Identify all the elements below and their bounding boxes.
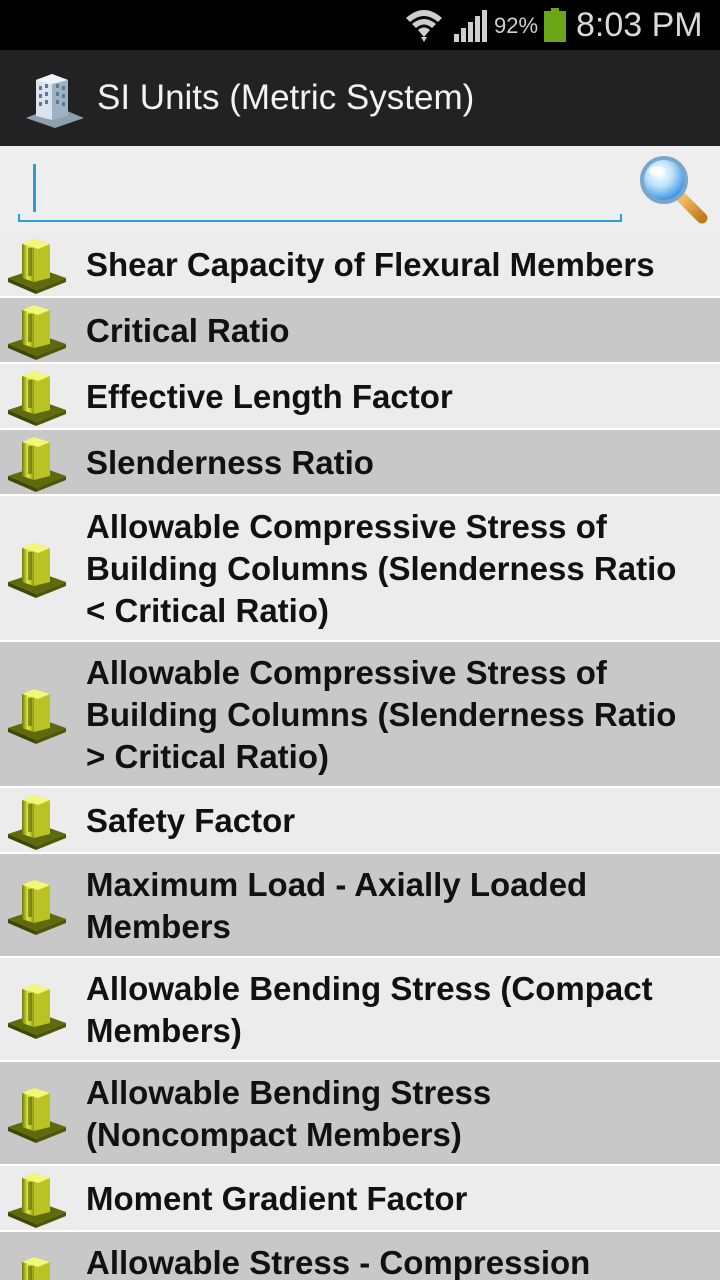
steel-column-icon (8, 1257, 66, 1280)
signal-icon (454, 10, 487, 42)
steel-column-icon (8, 437, 66, 492)
list-item-label: Maximum Load - Axially Loaded Members (86, 866, 588, 945)
list-item[interactable]: Slenderness Ratio (0, 430, 720, 496)
list-item[interactable]: Safety Factor (0, 788, 720, 854)
list-item-label: Safety Factor (86, 802, 296, 839)
clock: 8:03 PM (576, 6, 703, 44)
list-item-label: Allowable Bending Stress (Noncompact Mem… (86, 1074, 492, 1153)
steel-column-icon (8, 1173, 66, 1228)
action-bar: SI Units (Metric System) (0, 50, 720, 146)
list-item-label: Moment Gradient Factor (86, 1180, 468, 1217)
search-underline (18, 214, 622, 222)
text-caret (33, 164, 36, 212)
wifi-icon (406, 10, 442, 42)
steel-column-icon (8, 984, 66, 1039)
list-item[interactable]: Maximum Load - Axially Loaded Members (0, 854, 720, 958)
list-item-label: Shear Capacity of Flexural Members (86, 246, 655, 283)
list-item[interactable]: Allowable Stress - Compression (0, 1232, 720, 1280)
building-icon[interactable] (22, 66, 88, 130)
list-item[interactable]: Moment Gradient Factor (0, 1166, 720, 1232)
battery-icon (544, 8, 566, 42)
steel-column-icon (8, 371, 66, 426)
list-item-label: Allowable Compressive Stress of Building… (86, 508, 677, 629)
list-item-label: Allowable Bending Stress (Compact Member… (86, 970, 653, 1049)
battery-percent: 92% (494, 13, 539, 38)
list-item-label: Slenderness Ratio (86, 444, 374, 481)
search-icon[interactable] (636, 152, 710, 226)
list-item-label: Critical Ratio (86, 312, 290, 349)
search-input[interactable] (18, 160, 622, 220)
list-item[interactable]: Allowable Bending Stress (Noncompact Mem… (0, 1062, 720, 1166)
app-title: SI Units (Metric System) (97, 78, 475, 117)
list-item[interactable]: Critical Ratio (0, 298, 720, 364)
list-item-label: Effective Length Factor (86, 378, 453, 415)
list-item-label: Allowable Stress - Compression (86, 1244, 591, 1280)
list-item-label: Allowable Compressive Stress of Building… (86, 654, 677, 775)
steel-column-icon (8, 689, 66, 744)
steel-column-icon (8, 1088, 66, 1143)
status-bar: 92% 8:03 PM (0, 0, 720, 50)
list-item[interactable]: Allowable Compressive Stress of Building… (0, 496, 720, 642)
list-item[interactable]: Allowable Compressive Stress of Building… (0, 642, 720, 788)
list-item[interactable]: Allowable Bending Stress (Compact Member… (0, 958, 720, 1062)
steel-column-icon (8, 795, 66, 850)
list-item[interactable]: Shear Capacity of Flexural Members (0, 232, 720, 298)
list-item[interactable]: Effective Length Factor (0, 364, 720, 430)
steel-column-icon (8, 543, 66, 598)
steel-column-icon (8, 880, 66, 935)
steel-column-icon (8, 305, 66, 360)
steel-column-icon (8, 239, 66, 294)
search-bar (0, 146, 720, 232)
